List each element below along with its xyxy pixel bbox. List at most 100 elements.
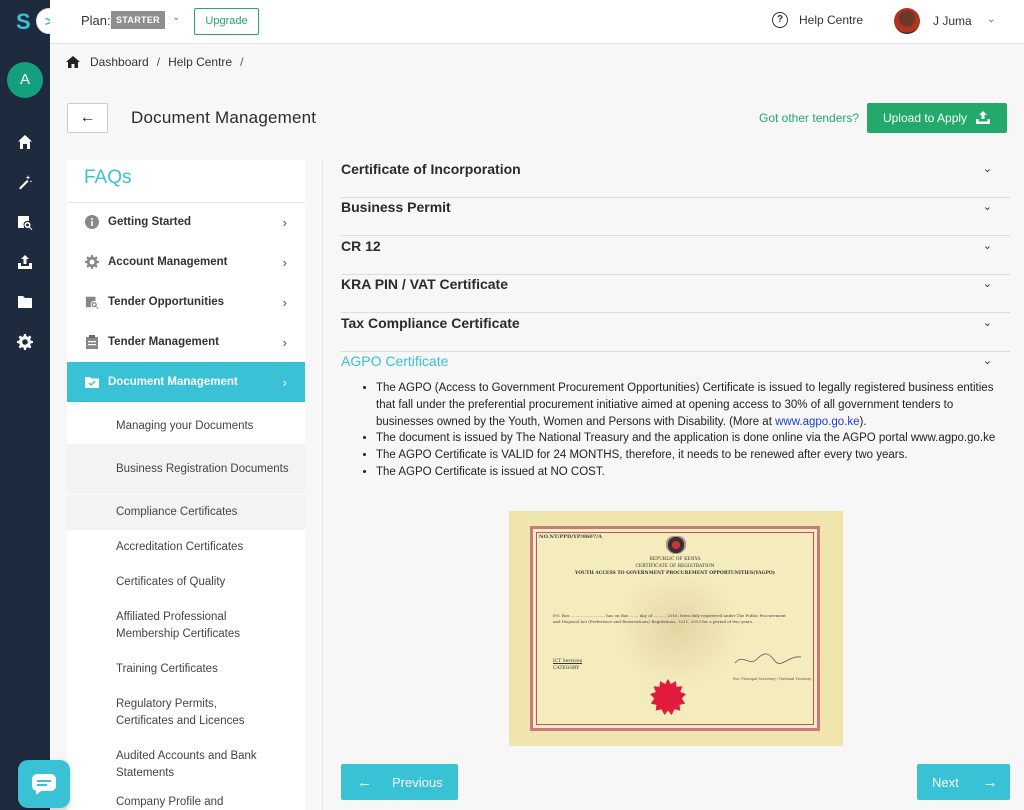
search-document-icon (85, 295, 99, 309)
help-centre-link[interactable]: ? Help Centre (772, 12, 863, 28)
certificate-watermark-map (613, 569, 743, 689)
faq-category-document-management[interactable]: Document Management › (67, 362, 305, 402)
faq-sub-item[interactable]: Compliance Certificates (67, 495, 305, 530)
faq-sub-item[interactable]: Managing your Documents (67, 408, 305, 444)
chevron-right-icon: › (282, 214, 287, 230)
faq-sub-item[interactable]: Business Registration Documents (67, 444, 305, 494)
folder-icon[interactable] (15, 292, 35, 312)
arrow-left-icon: ← (357, 773, 372, 791)
accordion-item[interactable]: Certificate of Incorporation ⌄ (341, 160, 1010, 198)
certificate-line: CERTIFICATE OF REGISTRATION (635, 564, 715, 569)
left-rail: A (0, 0, 50, 810)
breadcrumb-help-centre[interactable]: Help Centre (168, 55, 232, 69)
arrow-right-icon: → (982, 773, 998, 791)
certificate-category: ICT Services CATEGORY (553, 659, 582, 671)
agpo-bullet: The AGPO (Access to Government Procureme… (376, 380, 998, 430)
accordion-item[interactable]: CR 12 ⌄ (341, 237, 1010, 275)
coat-of-arms-icon (666, 536, 686, 554)
agpo-bullet: The document is issued by The National T… (376, 430, 998, 447)
chevron-right-icon: › (282, 334, 287, 350)
chevron-down-icon: ⌄ (982, 278, 992, 290)
faq-sub-item[interactable]: Audited Accounts and Bank Statements (67, 739, 305, 791)
magic-wand-icon[interactable] (15, 172, 35, 192)
help-centre-label: Help Centre (799, 13, 864, 27)
faq-sub-item[interactable]: Training Certificates (67, 652, 305, 687)
faq-sub-item[interactable]: Company Profile and (67, 794, 305, 810)
faq-category-label: Document Management (108, 376, 238, 388)
certificate-line: REPUBLIC OF KENYA (649, 557, 701, 562)
accordion-title: Tax Compliance Certificate (341, 315, 520, 331)
previous-label: Previous (392, 774, 443, 790)
agpo-bullet-text-end: ). (859, 415, 867, 428)
top-bar: Plan: STARTER ⌄ Upgrade ? Help Centre J … (50, 0, 1024, 44)
next-button[interactable]: Next → (917, 764, 1010, 800)
accordion-item[interactable]: Tax Compliance Certificate ⌄ (341, 314, 1010, 352)
breadcrumb: Dashboard / Help Centre / (66, 55, 251, 69)
faq-category-account-management[interactable]: Account Management › (67, 242, 305, 282)
chevron-down-icon: ⌄ (982, 163, 992, 175)
search-document-icon[interactable] (15, 212, 35, 232)
agpo-bullet-text: The AGPO (Access to Government Procureme… (376, 382, 994, 428)
plan-dropdown-chevron-icon[interactable]: ⌄ (172, 12, 180, 23)
help-circle-icon: ? (772, 12, 788, 28)
other-tenders-text: Got other tenders? (759, 111, 860, 125)
accordion-item-open[interactable]: AGPO Certificate ⌄ (341, 352, 1010, 380)
faq-category-tender-opportunities[interactable]: Tender Opportunities › (67, 282, 305, 322)
certificate-category-label: CATEGORY (553, 666, 580, 671)
chevron-right-icon: › (282, 254, 287, 270)
signature (733, 649, 803, 669)
faq-sub-item[interactable]: Affiliated Professional Membership Certi… (67, 600, 305, 652)
certificate-line: YOUTH ACCESS TO GOVERNMENT PROCUREMENT O… (575, 571, 775, 576)
upgrade-button[interactable]: Upgrade (194, 8, 259, 35)
faq-sidebar: FAQs Getting Started › Account Managemen… (67, 160, 305, 810)
upload-to-apply-button[interactable]: Upload to Apply (867, 103, 1007, 133)
upload-icon[interactable] (15, 252, 35, 272)
faq-category-tender-management[interactable]: Tender Management › (67, 322, 305, 362)
breadcrumb-dashboard[interactable]: Dashboard (90, 55, 149, 69)
folder-check-icon (85, 375, 99, 389)
back-button[interactable]: ← (67, 103, 108, 133)
info-icon (85, 215, 99, 229)
agpo-bullet: The AGPO Certificate is VALID for 24 MON… (376, 447, 998, 464)
plan-label: Plan: (81, 13, 111, 28)
agpo-website-link[interactable]: www.agpo.go.ke (775, 416, 859, 428)
agpo-certificate-image: NO.NT/PPD/YP/0607/A REPUBLIC OF KENYA CE… (509, 511, 843, 746)
user-name[interactable]: J Juma (933, 14, 972, 28)
faq-category-label: Account Management (108, 256, 228, 268)
chevron-down-icon: ⌄ (982, 201, 992, 213)
faq-category-label: Tender Management (108, 336, 219, 348)
logo-letter: S (16, 9, 31, 34)
accordion-item[interactable]: Business Permit ⌄ (341, 198, 1010, 236)
gear-icon (85, 255, 99, 269)
certificate-ref-number: NO.NT/PPD/YP/0607/A (539, 534, 602, 540)
chat-widget-button[interactable] (18, 760, 70, 808)
upload-to-apply-label: Upload to Apply (882, 111, 968, 125)
accordion-body: The AGPO (Access to Government Procureme… (358, 380, 998, 481)
chevron-down-icon: ⌄ (982, 355, 992, 367)
faq-category-getting-started[interactable]: Getting Started › (67, 202, 305, 242)
gear-icon[interactable] (15, 332, 35, 352)
certificate-sign-label: For: Principal Secretary / National Trea… (733, 677, 812, 681)
faq-sub-item[interactable]: Accreditation Certificates (67, 530, 305, 565)
certificate-frame: NO.NT/PPD/YP/0607/A REPUBLIC OF KENYA CE… (530, 526, 820, 731)
breadcrumb-separator: / (240, 55, 244, 69)
clipboard-icon (85, 335, 99, 349)
chat-icon (32, 774, 56, 795)
faq-sub-item[interactable]: Certificates of Quality (67, 565, 305, 600)
home-icon[interactable] (15, 132, 35, 152)
workspace-avatar[interactable]: A (7, 62, 43, 98)
next-label: Next (932, 774, 959, 790)
chevron-right-icon: › (282, 294, 287, 310)
breadcrumb-separator: / (156, 55, 161, 69)
certificate-category-value: ICT Services (553, 659, 583, 664)
page-title: Document Management (131, 108, 317, 127)
previous-button[interactable]: ← Previous (341, 764, 458, 800)
accordion-title: Business Permit (341, 199, 451, 215)
plan-badge: STARTER (111, 11, 165, 29)
user-avatar[interactable] (894, 8, 920, 34)
agpo-bullet: The AGPO Certificate is issued at NO COS… (376, 464, 998, 481)
user-menu-chevron-icon[interactable]: ⌄ (987, 14, 995, 25)
accordion-item[interactable]: KRA PIN / VAT Certificate ⌄ (341, 275, 1010, 313)
breadcrumb-home-icon[interactable] (66, 56, 80, 68)
faq-sub-item[interactable]: Regulatory Permits, Certificates and Lic… (67, 687, 305, 739)
